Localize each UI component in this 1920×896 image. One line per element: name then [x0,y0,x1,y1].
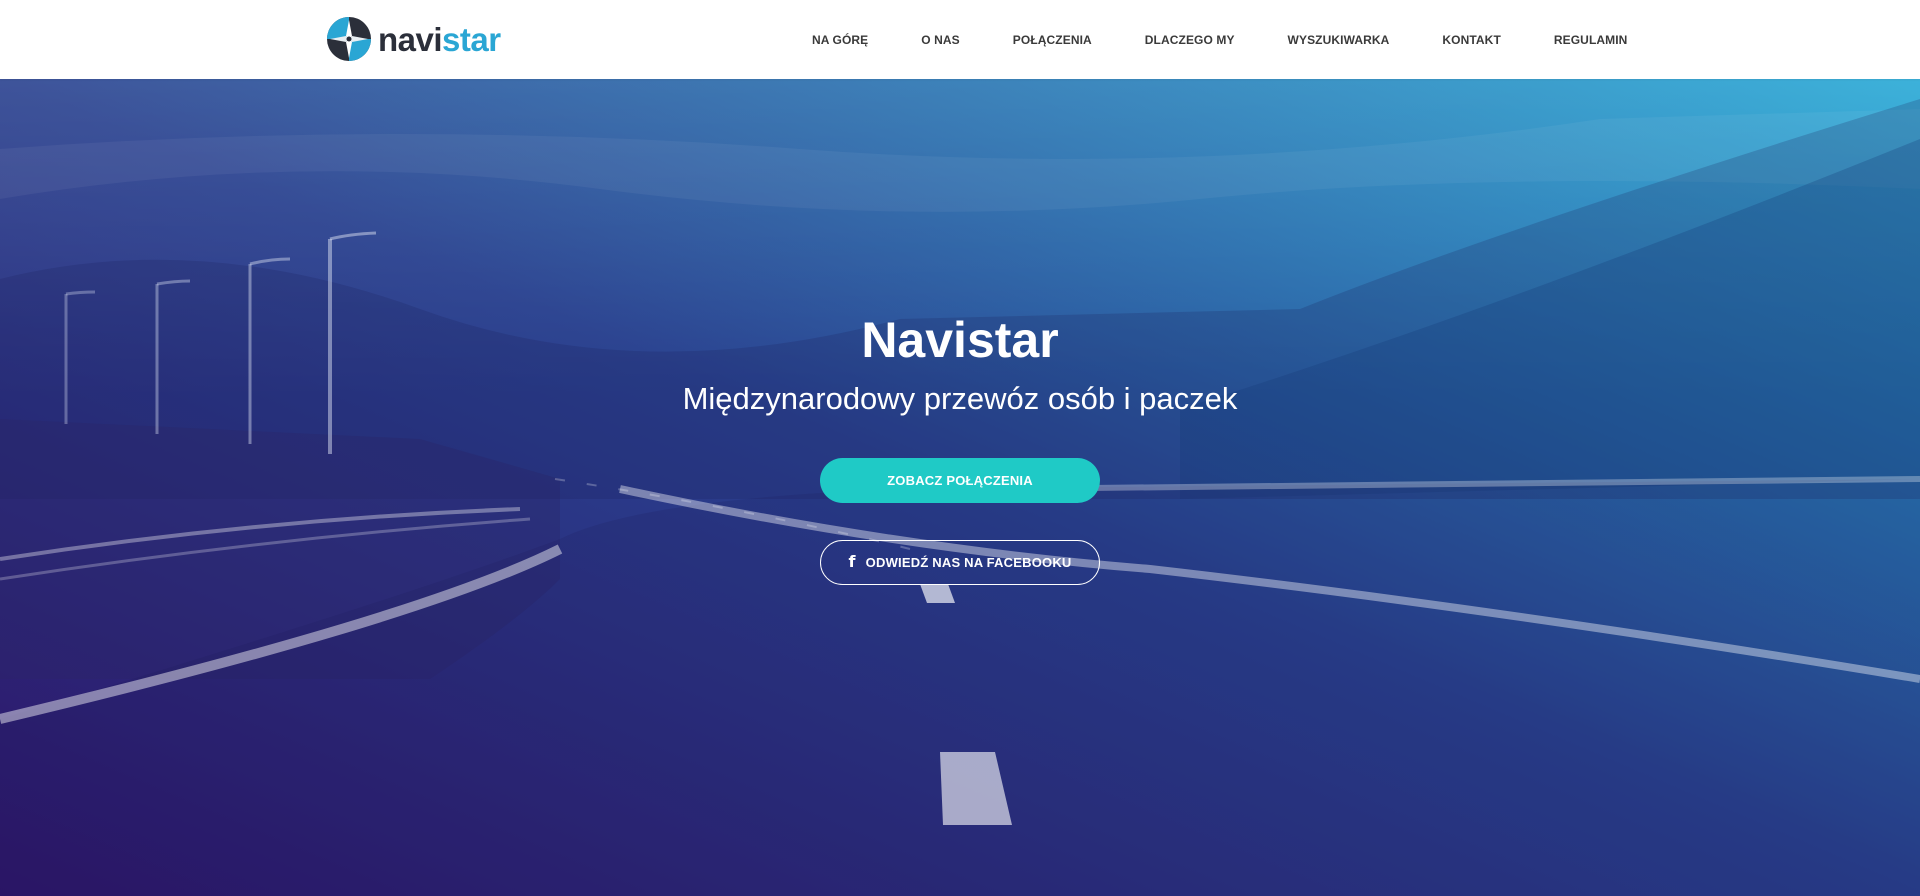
logo-text: navistar [378,20,501,58]
hero-title: Navistar [861,312,1059,368]
nav-item-polaczenia[interactable]: POŁĄCZENIA [1013,33,1092,47]
nav-item-na-gore[interactable]: NA GÓRĘ [812,33,868,47]
navistar-logo[interactable]: navistar [326,15,501,63]
nav-item-o-nas[interactable]: O NAS [921,33,960,47]
see-connections-button[interactable]: ZOBACZ POŁĄCZENIA [820,458,1100,503]
visit-facebook-button[interactable]: f ODWIEDŹ NAS NA FACEBOOKU [820,540,1100,585]
nav-item-regulamin[interactable]: REGULAMIN [1554,33,1628,47]
visit-facebook-label: ODWIEDŹ NAS NA FACEBOOKU [865,555,1072,570]
nav-item-kontakt[interactable]: KONTAKT [1442,33,1500,47]
nav-item-wyszukiwarka[interactable]: WYSZUKIWARKA [1288,33,1390,47]
nav-item-dlaczego-my[interactable]: DLACZEGO MY [1145,33,1235,47]
compass-icon [327,17,371,61]
see-connections-label: ZOBACZ POŁĄCZENIA [887,473,1033,488]
facebook-icon: f [848,551,856,571]
main-nav: NA GÓRĘ O NAS POŁĄCZENIA DLACZEGO MY WYS… [812,31,1627,49]
site-header: navistar NA GÓRĘ O NAS POŁĄCZENIA DLACZE… [0,0,1920,79]
hero-subtitle: Międzynarodowy przewóz osób i paczek [682,381,1238,416]
hero-section: Navistar Międzynarodowy przewóz osób i p… [0,79,1920,896]
